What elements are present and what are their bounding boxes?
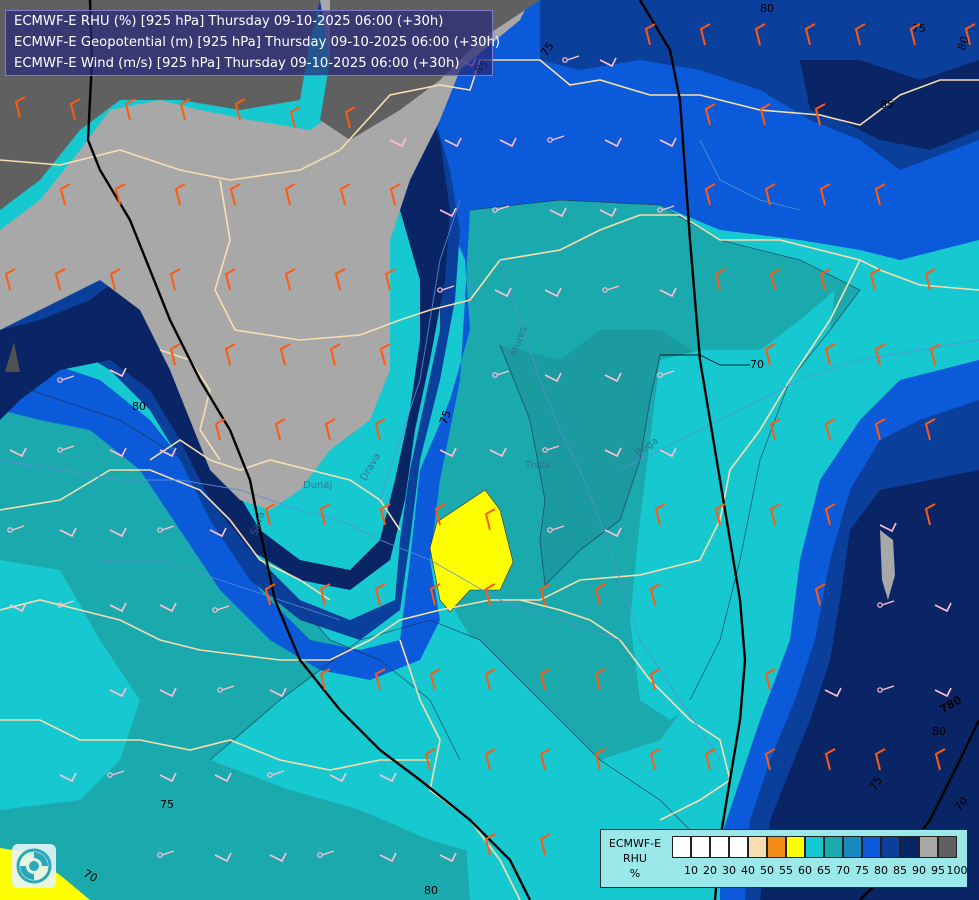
legend-tick: 30 [722, 864, 736, 877]
legend-tick: 70 [836, 864, 850, 877]
contour-label: 75 [160, 798, 174, 811]
legend-tick: 75 [855, 864, 869, 877]
contour-label: 85 [880, 98, 894, 111]
legend-tick: 65 [817, 864, 831, 877]
legend-tick: 90 [912, 864, 926, 877]
place-label: Dunaj [303, 480, 332, 491]
legend-swatch [824, 836, 843, 858]
legend-tick: 60 [798, 864, 812, 877]
legend-tick: 20 [703, 864, 717, 877]
legend-swatch [672, 836, 691, 858]
legend-swatch [919, 836, 938, 858]
legend-tick: 40 [741, 864, 755, 877]
legend-title-var: RHU [623, 852, 647, 865]
title-geopotential: ECMWF-E Geopotential (m) [925 hPa] Thurs… [14, 35, 501, 50]
legend-swatch [843, 836, 862, 858]
contour-label: 80 [760, 2, 774, 15]
legend-title-model: ECMWF-E [608, 837, 662, 850]
legend-swatch [748, 836, 767, 858]
legend-swatch [710, 836, 729, 858]
legend-swatch [805, 836, 824, 858]
title-wind: ECMWF-E Wind (m/s) [925 hPa] Thursday 09… [14, 56, 460, 71]
legend-tick: 10 [684, 864, 698, 877]
map-title-box: ECMWF-E RHU (%) [925 hPa] Thursday 09-10… [5, 10, 501, 76]
legend-swatch [786, 836, 805, 858]
legend-swatches [672, 836, 957, 858]
contour-label: 80 [424, 884, 438, 897]
legend-swatch [862, 836, 881, 858]
contour-label: 80 [932, 725, 946, 738]
legend-swatch [938, 836, 957, 858]
legend-title: ECMWF-E RHU % [603, 836, 667, 881]
legend-swatch [767, 836, 786, 858]
legend-tick: 95 [931, 864, 945, 877]
ecmwf-logo-icon [12, 844, 56, 888]
legend-swatch [691, 836, 710, 858]
contour-label: 70 [750, 358, 764, 371]
legend-tick: 85 [893, 864, 907, 877]
legend-title-unit: % [629, 867, 641, 880]
weather-map[interactable]: 80 85 75 80 85 75 70 80 75 70 75 80 70 8… [0, 0, 979, 900]
legend-swatch [900, 836, 919, 858]
title-rhu: ECMWF-E RHU (%) [925 hPa] Thursday 09-10… [14, 14, 444, 29]
place-label: Tisza [524, 460, 550, 471]
legend-tick: 80 [874, 864, 888, 877]
contour-label: 80 [132, 400, 146, 413]
legend-swatch [881, 836, 900, 858]
legend-swatch [729, 836, 748, 858]
legend-tick: 50 [760, 864, 774, 877]
legend-tick: 55 [779, 864, 793, 877]
legend-tick: 100 [946, 864, 968, 877]
